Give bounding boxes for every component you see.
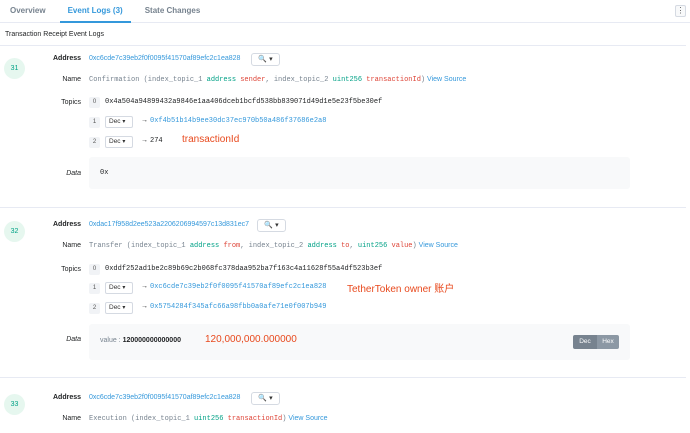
topics-label: Topics xyxy=(61,266,81,273)
event-signature: Transfer (index_topic_1 address from, in… xyxy=(89,242,458,250)
address-lookup-button[interactable]: 🔍 ▾ xyxy=(251,53,280,66)
sig-type: uint256 xyxy=(194,415,224,423)
view-source-link[interactable]: View Source xyxy=(425,76,466,83)
sig-text: Confirmation (index_topic_1 xyxy=(89,76,207,84)
sig-var: from xyxy=(223,242,241,250)
tab-bar: Overview Event Logs (3) State Changes xyxy=(0,0,690,23)
topic-index: 2 xyxy=(89,137,100,148)
data-label: Data xyxy=(66,336,81,343)
sig-var: value xyxy=(391,242,413,250)
name-label: Name xyxy=(62,76,81,83)
more-options-icon[interactable]: ⋮ xyxy=(675,5,686,17)
dec-toggle-button[interactable]: Dec xyxy=(573,335,597,349)
chevron-down-icon: ▾ xyxy=(122,285,126,291)
annotation-text: transactionId xyxy=(182,134,240,145)
arrow-icon: → xyxy=(141,303,148,310)
sig-var: transactionId xyxy=(227,415,283,423)
data-value: 0x xyxy=(100,169,109,177)
chevron-down-icon: ▾ xyxy=(122,119,126,125)
topic-index: 0 xyxy=(89,264,100,275)
divider xyxy=(0,377,686,378)
topic-index: 0 xyxy=(89,97,100,108)
address-lookup-button[interactable]: 🔍 ▾ xyxy=(257,219,286,232)
topic-index: 1 xyxy=(89,283,100,294)
sig-text: Transfer (index_topic_1 xyxy=(89,242,190,250)
topic-address-link[interactable]: 0xc6cde7c39eb2f0f0095f41570af89efc2c1ea8… xyxy=(150,283,326,291)
topic-format-select[interactable]: Dec ▾ xyxy=(105,116,133,128)
log-index-badge: 33 xyxy=(4,394,25,415)
data-param-name: value : xyxy=(100,337,123,344)
view-source-link[interactable]: View Source xyxy=(417,242,458,249)
sig-type: address xyxy=(189,242,220,250)
tab-overview[interactable]: Overview xyxy=(2,0,54,23)
sig-text: , index_topic_2 xyxy=(265,76,333,84)
chevron-down-icon: ▾ xyxy=(273,222,279,229)
divider xyxy=(0,45,686,46)
section-subtitle: Transaction Receipt Event Logs xyxy=(5,31,104,38)
address-label: Address xyxy=(52,394,81,401)
tab-event-logs[interactable]: Event Logs (3) xyxy=(59,0,131,23)
address-label: Address xyxy=(52,221,81,228)
address-label: Address xyxy=(52,55,81,62)
sig-var: sender xyxy=(240,76,266,84)
sig-text: , index_topic_2 xyxy=(240,242,308,250)
sig-var: transactionId xyxy=(366,76,421,84)
decoded-data: value : 120000000000000 xyxy=(100,337,181,344)
log-address-link[interactable]: 0xc6cde7c39eb2f0f0095f41570af89efc2c1ea8… xyxy=(89,394,240,401)
topic-address-link[interactable]: 0xf4b51b14b9ee30dc37ec970b50a486f37686e2… xyxy=(150,117,326,125)
topics-label: Topics xyxy=(61,99,81,106)
annotation-text: TetherToken owner 账户 xyxy=(347,284,455,295)
data-value: 120000000000000 xyxy=(122,337,181,344)
event-signature: Confirmation (index_topic_1 address send… xyxy=(89,76,466,84)
chevron-down-icon: ▾ xyxy=(122,305,126,311)
chevron-down-icon: ▾ xyxy=(267,395,273,402)
event-signature: Execution (index_topic_1 uint256 transac… xyxy=(89,415,328,423)
log-index-badge: 31 xyxy=(4,58,25,79)
magnifier-icon: 🔍 xyxy=(258,56,268,63)
address-lookup-button[interactable]: 🔍 ▾ xyxy=(251,392,280,405)
topic-format-select[interactable]: Dec ▾ xyxy=(105,302,133,314)
data-label: Data xyxy=(66,170,81,177)
tab-state-changes[interactable]: State Changes xyxy=(137,0,209,23)
magnifier-icon: 🔍 xyxy=(264,222,274,229)
sig-text: , xyxy=(349,242,358,250)
arrow-icon: → xyxy=(141,283,148,290)
data-box: value : 120000000000000 120,000,000.0000… xyxy=(89,324,630,360)
chevron-down-icon: ▾ xyxy=(122,139,126,145)
topic-value: 0x4a504a94899432a9846e1aa406dceb1bcfd538… xyxy=(105,98,383,106)
topic-index: 2 xyxy=(89,303,100,314)
topic-value: 0xddf252ad1be2c89b69c2b068fc378daa952ba7… xyxy=(105,265,383,273)
topic-format-select[interactable]: Dec ▾ xyxy=(105,282,133,294)
name-label: Name xyxy=(62,415,81,422)
topic-format-select[interactable]: Dec ▾ xyxy=(105,136,133,148)
name-label: Name xyxy=(62,242,81,249)
sig-text: Execution (index_topic_1 xyxy=(89,415,195,423)
log-index-badge: 32 xyxy=(4,221,25,242)
sig-type: uint256 xyxy=(357,242,388,250)
arrow-icon: → xyxy=(141,137,148,144)
chevron-down-icon: ▾ xyxy=(267,56,273,63)
data-box: 0x xyxy=(89,157,630,189)
annotation-text: 120,000,000.000000 xyxy=(205,334,297,345)
view-source-link[interactable]: View Source xyxy=(286,415,327,422)
hex-toggle-button[interactable]: Hex xyxy=(597,335,619,349)
sig-type: uint256 xyxy=(332,76,363,84)
arrow-icon: → xyxy=(141,117,148,124)
divider xyxy=(0,207,686,208)
sig-type: address xyxy=(307,242,337,250)
sig-type: address xyxy=(206,76,237,84)
topic-address-link[interactable]: 0x5754284f345afc66a98fbb0a0afe71e0f007b9… xyxy=(150,303,326,311)
topic-value: 274 xyxy=(150,137,163,145)
log-address-link[interactable]: 0xdac17f958d2ee523a2206206994597c13d831e… xyxy=(89,221,249,228)
log-address-link[interactable]: 0xc6cde7c39eb2f0f0095f41570af89efc2c1ea8… xyxy=(89,55,240,62)
topic-index: 1 xyxy=(89,117,100,128)
magnifier-icon: 🔍 xyxy=(258,395,268,402)
